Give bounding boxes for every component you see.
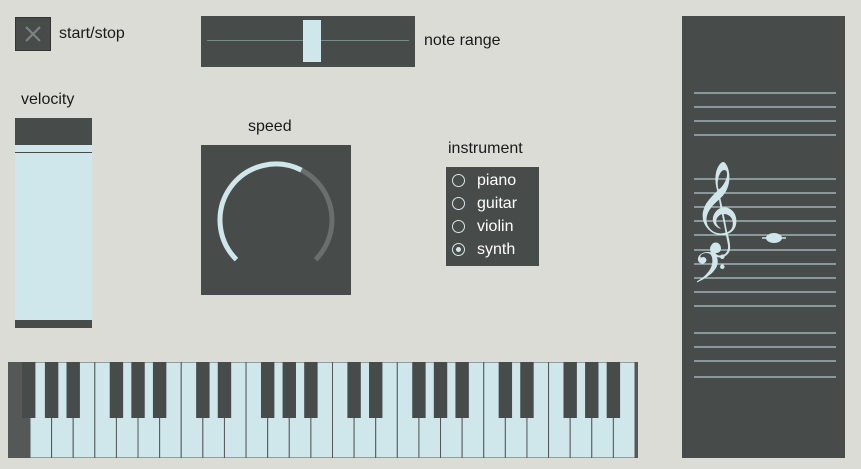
note-range-slider[interactable] (201, 16, 415, 67)
radio-label: violin (477, 218, 514, 235)
radio-label: guitar (477, 195, 518, 212)
black-key[interactable] (131, 362, 145, 418)
black-key[interactable] (196, 362, 210, 418)
black-key[interactable] (585, 362, 599, 418)
black-key[interactable] (347, 362, 361, 418)
black-key[interactable] (66, 362, 80, 418)
black-key[interactable] (433, 362, 448, 418)
black-key[interactable] (455, 362, 469, 418)
radio-selected-dot (455, 246, 461, 252)
velocity-label: velocity (21, 91, 75, 108)
black-key[interactable] (520, 362, 534, 418)
radio-circle (452, 220, 465, 233)
radio-option-synth[interactable]: synth (446, 239, 539, 262)
black-key[interactable] (498, 362, 513, 418)
instrument-radiogroup[interactable]: piano guitar violin synth (446, 167, 539, 266)
start-stop-label: start/stop (59, 25, 125, 42)
black-key[interactable] (152, 362, 167, 418)
black-key[interactable] (369, 362, 383, 418)
instrument-label: instrument (448, 140, 523, 157)
dial-value-arc (217, 161, 303, 262)
start-stop-toggle[interactable] (15, 17, 51, 51)
velocity-fill (15, 145, 92, 320)
velocity-handle[interactable] (15, 152, 92, 154)
radio-option-piano[interactable]: piano (446, 170, 539, 193)
black-key[interactable] (22, 362, 36, 418)
black-key[interactable] (109, 362, 124, 418)
radio-circle (452, 174, 465, 187)
piano-keyboard[interactable] (8, 361, 638, 459)
radio-circle (452, 243, 465, 256)
svg-text:𝄢: 𝄢 (693, 244, 726, 304)
black-key[interactable] (304, 362, 318, 418)
black-key[interactable] (260, 362, 275, 418)
x-icon (25, 26, 41, 42)
treble-clef-icon: 𝄞 (693, 160, 740, 257)
speed-dial[interactable] (201, 145, 351, 295)
speed-label: speed (248, 118, 292, 135)
radio-label: piano (477, 172, 517, 189)
black-key[interactable] (563, 362, 577, 418)
radio-option-guitar[interactable]: guitar (446, 193, 539, 216)
radio-option-violin[interactable]: violin (446, 216, 539, 239)
black-key[interactable] (44, 362, 59, 418)
bass-clef-icon: 𝄢 (693, 244, 726, 304)
black-key[interactable] (412, 362, 426, 418)
black-key[interactable] (217, 362, 232, 418)
svg-text:𝄞: 𝄞 (693, 160, 740, 257)
music-staff: 𝄞 𝄢 (682, 16, 845, 458)
radio-label: synth (477, 241, 516, 258)
black-key[interactable] (606, 362, 621, 418)
slider-thumb[interactable] (302, 20, 321, 62)
radio-circle (452, 197, 465, 210)
velocity-slider[interactable] (15, 118, 92, 328)
black-key[interactable] (282, 362, 296, 418)
note-range-label: note range (424, 32, 501, 49)
